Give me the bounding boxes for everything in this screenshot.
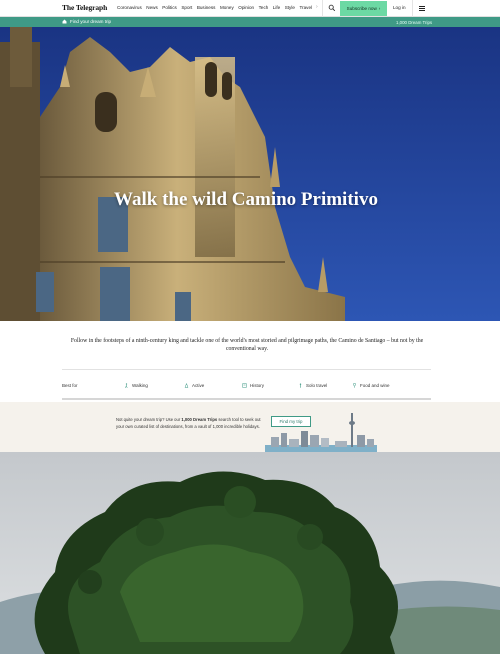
best-for-item-label: History xyxy=(250,383,265,388)
menu-icon[interactable] xyxy=(419,6,425,11)
nav-divider xyxy=(412,0,413,17)
dream-trips-promo: Not quite your dream trip? Use our 1,000… xyxy=(0,402,500,452)
best-for-walking: Walking xyxy=(124,383,148,388)
subscribe-button[interactable]: Subscribe now › xyxy=(340,1,387,16)
nav-item-opinion[interactable]: Opinion xyxy=(238,5,254,10)
nav-item-sport[interactable]: Sport xyxy=(181,5,192,10)
hero-image: Walk the wild Camino Primitivo xyxy=(0,27,500,321)
intro-text: Follow in the footsteps of a ninth-centu… xyxy=(70,338,424,352)
best-for-item-label: Walking xyxy=(132,383,148,388)
home-icon xyxy=(62,19,67,24)
top-navigation: The Telegraph Coronavirus News Politics … xyxy=(0,0,500,17)
solo-travel-icon xyxy=(299,383,302,388)
nav-item-tech[interactable]: Tech xyxy=(259,5,269,10)
best-for-bar: Best for Walking Active History Solo tra… xyxy=(62,369,431,400)
trips-count[interactable]: 1,000 Dream Trips xyxy=(396,20,432,25)
nav-item-politics[interactable]: Politics xyxy=(162,5,177,10)
best-for-history: History xyxy=(242,383,264,388)
history-icon xyxy=(242,383,247,388)
nav-item-business[interactable]: Business xyxy=(197,5,216,10)
nav-item-life[interactable]: Life xyxy=(273,5,280,10)
best-for-item-label: Food and wine xyxy=(360,383,390,388)
nav-item-travel[interactable]: Travel xyxy=(299,5,312,10)
nav-item-coronavirus[interactable]: Coronavirus xyxy=(117,5,142,10)
chevron-right-icon: › xyxy=(378,6,381,11)
main-nav: Coronavirus News Politics Sport Business… xyxy=(117,5,312,10)
hero-title: Walk the wild Camino Primitivo xyxy=(114,189,378,210)
best-for-item-label: Solo travel xyxy=(306,383,328,388)
dream-trip-bar: Find your dream trip 1,000 Dream Trips xyxy=(0,17,500,27)
promo-text: Not quite your dream trip? Use our 1,000… xyxy=(116,417,261,429)
nav-item-money[interactable]: Money xyxy=(220,5,234,10)
telegraph-logo[interactable]: The Telegraph xyxy=(62,3,107,12)
food-wine-icon xyxy=(353,383,356,388)
nav-item-style[interactable]: Style xyxy=(285,5,295,10)
best-for-active: Active xyxy=(184,383,204,388)
best-for-item-label: Active xyxy=(192,383,205,388)
city-skyline-illustration xyxy=(265,413,377,453)
best-for-label: Best for xyxy=(62,383,78,388)
search-icon[interactable] xyxy=(328,4,336,12)
nav-item-news[interactable]: News xyxy=(146,5,158,10)
landscape-image xyxy=(0,452,500,654)
login-link[interactable]: Log in xyxy=(393,5,406,10)
nav-more-chevron-icon[interactable]: › xyxy=(316,4,318,10)
walking-icon xyxy=(125,383,128,388)
dream-trip-label: Find your dream trip xyxy=(70,19,112,24)
dream-trip-link[interactable]: Find your dream trip xyxy=(62,19,111,24)
cathedral-image xyxy=(0,27,500,321)
subscribe-label: Subscribe now xyxy=(346,6,377,11)
nav-divider xyxy=(322,0,323,17)
active-icon xyxy=(184,383,189,388)
best-for-solo-travel: Solo travel xyxy=(298,383,327,388)
best-for-food-wine: Food and wine xyxy=(352,383,390,388)
oak-tree-image xyxy=(0,452,500,654)
